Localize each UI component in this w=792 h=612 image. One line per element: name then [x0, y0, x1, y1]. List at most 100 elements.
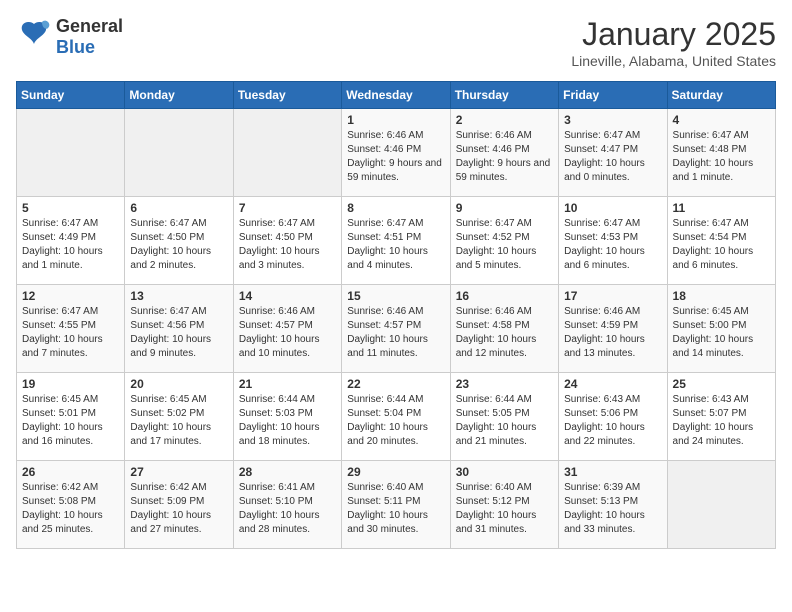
day-number: 30 — [456, 465, 553, 479]
day-info: Sunrise: 6:47 AM Sunset: 4:48 PM Dayligh… — [673, 129, 770, 185]
day-info: Sunrise: 6:42 AM Sunset: 5:08 PM Dayligh… — [22, 481, 119, 537]
day-info: Sunrise: 6:46 AM Sunset: 4:57 PM Dayligh… — [347, 305, 444, 361]
day-number: 17 — [564, 289, 661, 303]
day-info: Sunrise: 6:43 AM Sunset: 5:06 PM Dayligh… — [564, 393, 661, 449]
day-number: 3 — [564, 113, 661, 127]
day-number: 16 — [456, 289, 553, 303]
day-number: 22 — [347, 377, 444, 391]
day-info: Sunrise: 6:47 AM Sunset: 4:50 PM Dayligh… — [130, 217, 227, 273]
logo-bird-icon — [16, 16, 52, 58]
calendar-cell: 25 Sunrise: 6:43 AM Sunset: 5:07 PM Dayli… — [667, 373, 775, 461]
day-number: 26 — [22, 465, 119, 479]
header-cell-saturday: Saturday — [667, 82, 775, 109]
calendar-cell: 1Sunrise: 6:46 AM Sunset: 4:46 PM Daylig… — [342, 109, 450, 197]
calendar-cell: 2Sunrise: 6:46 AM Sunset: 4:46 PM Daylig… — [450, 109, 558, 197]
calendar-cell: 27Sunrise: 6:42 AM Sunset: 5:09 PM Dayli… — [125, 461, 233, 549]
calendar-cell: 17 Sunrise: 6:46 AM Sunset: 4:59 PM Dayli… — [559, 285, 667, 373]
day-number: 10 — [564, 201, 661, 215]
day-info: Sunrise: 6:42 AM Sunset: 5:09 PM Dayligh… — [130, 481, 227, 537]
day-number: 11 — [673, 201, 770, 215]
day-info: Sunrise: 6:41 AM Sunset: 5:10 PM Dayligh… — [239, 481, 336, 537]
calendar-cell: 14 Sunrise: 6:46 AM Sunset: 4:57 PM Dayli… — [233, 285, 341, 373]
day-number: 28 — [239, 465, 336, 479]
day-info: Sunrise: 6:45 AM Sunset: 5:02 PM Dayligh… — [130, 393, 227, 449]
title-block: January 2025 Lineville, Alabama, United … — [571, 16, 776, 69]
day-info: Sunrise: 6:44 AM Sunset: 5:04 PM Dayligh… — [347, 393, 444, 449]
calendar-cell — [17, 109, 125, 197]
day-info: Sunrise: 6:46 AM Sunset: 4:57 PM Dayligh… — [239, 305, 336, 361]
calendar-week-3: 12 Sunrise: 6:47 AM Sunset: 4:55 PM Dayli… — [17, 285, 776, 373]
day-number: 8 — [347, 201, 444, 215]
day-info: Sunrise: 6:39 AM Sunset: 5:13 PM Dayligh… — [564, 481, 661, 537]
header-cell-tuesday: Tuesday — [233, 82, 341, 109]
day-number: 9 — [456, 201, 553, 215]
day-info: Sunrise: 6:46 AM Sunset: 4:46 PM Dayligh… — [456, 129, 553, 185]
calendar-table: SundayMondayTuesdayWednesdayThursdayFrid… — [16, 81, 776, 549]
calendar-header: SundayMondayTuesdayWednesdayThursdayFrid… — [17, 82, 776, 109]
day-number: 24 — [564, 377, 661, 391]
day-info: Sunrise: 6:47 AM Sunset: 4:52 PM Dayligh… — [456, 217, 553, 273]
calendar-cell — [125, 109, 233, 197]
calendar-cell: 24 Sunrise: 6:43 AM Sunset: 5:06 PM Dayli… — [559, 373, 667, 461]
day-number: 13 — [130, 289, 227, 303]
calendar-week-2: 5Sunrise: 6:47 AM Sunset: 4:49 PM Daylig… — [17, 197, 776, 285]
calendar-cell: 29Sunrise: 6:40 AM Sunset: 5:11 PM Dayli… — [342, 461, 450, 549]
day-number: 19 — [22, 377, 119, 391]
page-header: General Blue January 2025 Lineville, Ala… — [16, 16, 776, 69]
day-number: 7 — [239, 201, 336, 215]
day-info: Sunrise: 6:46 AM Sunset: 4:59 PM Dayligh… — [564, 305, 661, 361]
day-info: Sunrise: 6:47 AM Sunset: 4:54 PM Dayligh… — [673, 217, 770, 273]
calendar-cell: 8Sunrise: 6:47 AM Sunset: 4:51 PM Daylig… — [342, 197, 450, 285]
day-number: 29 — [347, 465, 444, 479]
calendar-cell: 11 Sunrise: 6:47 AM Sunset: 4:54 PM Dayli… — [667, 197, 775, 285]
logo-text: General Blue — [56, 16, 123, 58]
header-row: SundayMondayTuesdayWednesdayThursdayFrid… — [17, 82, 776, 109]
day-number: 31 — [564, 465, 661, 479]
header-cell-sunday: Sunday — [17, 82, 125, 109]
day-info: Sunrise: 6:46 AM Sunset: 4:58 PM Dayligh… — [456, 305, 553, 361]
header-cell-friday: Friday — [559, 82, 667, 109]
day-info: Sunrise: 6:44 AM Sunset: 5:05 PM Dayligh… — [456, 393, 553, 449]
logo-general: General — [56, 16, 123, 36]
calendar-cell: 6 Sunrise: 6:47 AM Sunset: 4:50 PM Daylig… — [125, 197, 233, 285]
logo-blue: Blue — [56, 37, 95, 57]
calendar-cell — [667, 461, 775, 549]
calendar-week-1: 1Sunrise: 6:46 AM Sunset: 4:46 PM Daylig… — [17, 109, 776, 197]
calendar-cell: 9 Sunrise: 6:47 AM Sunset: 4:52 PM Daylig… — [450, 197, 558, 285]
day-info: Sunrise: 6:47 AM Sunset: 4:50 PM Dayligh… — [239, 217, 336, 273]
day-info: Sunrise: 6:47 AM Sunset: 4:49 PM Dayligh… — [22, 217, 119, 273]
calendar-cell — [233, 109, 341, 197]
calendar-cell: 22 Sunrise: 6:44 AM Sunset: 5:04 PM Dayli… — [342, 373, 450, 461]
calendar-cell: 21Sunrise: 6:44 AM Sunset: 5:03 PM Dayli… — [233, 373, 341, 461]
day-info: Sunrise: 6:43 AM Sunset: 5:07 PM Dayligh… — [673, 393, 770, 449]
day-info: Sunrise: 6:47 AM Sunset: 4:53 PM Dayligh… — [564, 217, 661, 273]
day-number: 14 — [239, 289, 336, 303]
calendar-cell: 20 Sunrise: 6:45 AM Sunset: 5:02 PM Dayli… — [125, 373, 233, 461]
calendar-week-5: 26 Sunrise: 6:42 AM Sunset: 5:08 PM Dayli… — [17, 461, 776, 549]
day-info: Sunrise: 6:45 AM Sunset: 5:01 PM Dayligh… — [22, 393, 119, 449]
calendar-cell: 19 Sunrise: 6:45 AM Sunset: 5:01 PM Dayli… — [17, 373, 125, 461]
day-info: Sunrise: 6:46 AM Sunset: 4:46 PM Dayligh… — [347, 129, 444, 185]
calendar-cell: 12 Sunrise: 6:47 AM Sunset: 4:55 PM Dayli… — [17, 285, 125, 373]
month-title: January 2025 — [571, 16, 776, 53]
header-cell-monday: Monday — [125, 82, 233, 109]
day-number: 20 — [130, 377, 227, 391]
calendar-cell: 13Sunrise: 6:47 AM Sunset: 4:56 PM Dayli… — [125, 285, 233, 373]
day-number: 6 — [130, 201, 227, 215]
location-subtitle: Lineville, Alabama, United States — [571, 53, 776, 69]
day-number: 12 — [22, 289, 119, 303]
calendar-week-4: 19 Sunrise: 6:45 AM Sunset: 5:01 PM Dayli… — [17, 373, 776, 461]
calendar-cell: 15 Sunrise: 6:46 AM Sunset: 4:57 PM Dayli… — [342, 285, 450, 373]
day-info: Sunrise: 6:47 AM Sunset: 4:47 PM Dayligh… — [564, 129, 661, 185]
calendar-cell: 5Sunrise: 6:47 AM Sunset: 4:49 PM Daylig… — [17, 197, 125, 285]
day-number: 15 — [347, 289, 444, 303]
day-number: 4 — [673, 113, 770, 127]
day-info: Sunrise: 6:47 AM Sunset: 4:55 PM Dayligh… — [22, 305, 119, 361]
calendar-cell: 28 Sunrise: 6:41 AM Sunset: 5:10 PM Dayli… — [233, 461, 341, 549]
calendar-cell: 23Sunrise: 6:44 AM Sunset: 5:05 PM Dayli… — [450, 373, 558, 461]
logo: General Blue — [16, 16, 123, 58]
calendar-cell: 4 Sunrise: 6:47 AM Sunset: 4:48 PM Daylig… — [667, 109, 775, 197]
day-number: 25 — [673, 377, 770, 391]
calendar-cell: 30 Sunrise: 6:40 AM Sunset: 5:12 PM Dayli… — [450, 461, 558, 549]
day-info: Sunrise: 6:40 AM Sunset: 5:12 PM Dayligh… — [456, 481, 553, 537]
